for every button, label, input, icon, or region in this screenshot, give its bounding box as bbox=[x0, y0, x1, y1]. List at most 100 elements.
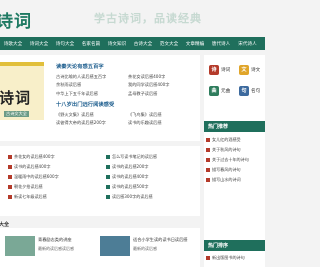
news-row: 《野火文集》读后感 《飞鸟集》读后感 bbox=[56, 111, 198, 119]
news-row: 古诗比喻的人读后感五百字 茶花女读后感400字 bbox=[56, 73, 198, 81]
news-list: 读秦天论有感五百字 古诗比喻的人读后感五百字 茶花女读后感400字 余秋雨读后感我… bbox=[56, 62, 198, 127]
main-nav: 诗歌大全 诗词大全 诗句大全 名家名篇 诗文知识 古诗大全 范文大全 文章精编 … bbox=[0, 37, 265, 50]
featured-banner[interactable]: 诗词 古诗文大全 bbox=[0, 62, 44, 120]
news-link[interactable]: 孟母教子读后感 bbox=[128, 90, 198, 98]
list-item-label: 新出版图书的诗句 bbox=[212, 255, 245, 260]
bullet-icon bbox=[206, 148, 210, 152]
bottom-item-sub: 最新的读后感读后感 bbox=[38, 246, 74, 251]
site-slogan: 学古诗词，品读经典 bbox=[94, 12, 202, 25]
shortcut-mingju[interactable]: 句 名句 bbox=[239, 84, 267, 97]
news-row: 中华上下五千年读后感 孟母教子读后感 bbox=[56, 90, 198, 98]
bullet-icon bbox=[8, 195, 12, 199]
quote-icon: 句 bbox=[239, 85, 249, 96]
news-link[interactable]: 茶花女读后感400字 bbox=[128, 73, 198, 81]
hot-rank: 热门排序 新出版图书的诗句 bbox=[204, 240, 265, 265]
list-item-label: 关于秋风的诗句 bbox=[212, 147, 241, 152]
nav-item-9[interactable]: 宋代诗人 bbox=[234, 41, 261, 47]
shortcut-label: 诗文 bbox=[251, 67, 261, 73]
list-item[interactable]: 关于过去十年的诗句 bbox=[206, 155, 263, 165]
news-link[interactable]: 古诗比喻的人读后感五百字 bbox=[56, 73, 126, 81]
shortcut-grid: 诗 诗词 文 诗文 曲 元曲 句 名句 bbox=[209, 63, 267, 97]
bullet-icon bbox=[206, 168, 210, 172]
list-item[interactable]: 温暖雨中的读后感600字 bbox=[8, 172, 98, 182]
list-item[interactable]: 描写山水的诗词 bbox=[206, 175, 263, 185]
list-item-label: 读书的读后感200字 bbox=[112, 164, 149, 169]
section-title: 热门排序 bbox=[204, 240, 265, 251]
nav-item-5[interactable]: 古诗大全 bbox=[130, 41, 156, 47]
list-col-right: 怎么写读书笔记的读后感 读书的读后感200字 读书的读后感400字 读书的读后感… bbox=[106, 152, 196, 202]
site-logo[interactable]: 诗词 bbox=[0, 7, 32, 32]
list-item-label: 描写山水的诗词 bbox=[212, 177, 241, 182]
list-item[interactable]: 读书的读后感500字 bbox=[106, 182, 196, 192]
thumbnail-image[interactable] bbox=[5, 236, 35, 256]
nav-item-1[interactable]: 诗词大全 bbox=[26, 41, 52, 47]
bullet-icon bbox=[106, 175, 110, 179]
list-item-label: 读书的读后感400字 bbox=[14, 164, 51, 169]
list-item[interactable]: 女儿红的酒感受 bbox=[206, 135, 263, 145]
nav-item-8[interactable]: 唐代诗人 bbox=[208, 41, 234, 47]
list-item[interactable]: 读后感300字的读后感 bbox=[106, 192, 196, 202]
hot-list: 女儿红的酒感受 关于秋风的诗句 关于过去十年的诗句 描写春风的诗句 描写山水的诗… bbox=[204, 132, 265, 188]
rank-list: 新出版图书的诗句 bbox=[204, 251, 265, 265]
nav-item-6[interactable]: 范文大全 bbox=[156, 41, 182, 47]
nav-item-2[interactable]: 诗句大全 bbox=[52, 41, 78, 47]
shortcut-shici[interactable]: 诗 诗词 bbox=[209, 63, 237, 76]
news-row: 余秋雨读后感 我的同学读后感400字 bbox=[56, 81, 198, 89]
scroll-icon: 曲 bbox=[209, 85, 219, 96]
bullet-icon bbox=[8, 185, 12, 189]
news-link[interactable]: 读彼得大帝的读后感200字 bbox=[56, 119, 126, 127]
bullet-icon bbox=[106, 155, 110, 159]
list-item-label: 描写春风的诗句 bbox=[212, 167, 241, 172]
nav-item-7[interactable]: 文章精编 bbox=[182, 41, 208, 47]
list-item[interactable]: 读书的读后感400字 bbox=[8, 162, 98, 172]
shortcut-yuanqu[interactable]: 曲 元曲 bbox=[209, 84, 237, 97]
section-title: 热门推荐 bbox=[204, 121, 265, 132]
list-item-label: 温暖雨中的读后感600字 bbox=[14, 174, 59, 179]
nav-item-0[interactable]: 诗歌大全 bbox=[0, 41, 26, 47]
list-item[interactable]: 怎么写读书笔记的读后感 bbox=[106, 152, 196, 162]
list-item[interactable]: 茶花女的读后感400字 bbox=[8, 152, 98, 162]
bullet-icon bbox=[206, 256, 210, 260]
news-row: 读彼得大帝的读后感200字 读书的乐趣读后感 bbox=[56, 119, 198, 127]
news-link[interactable]: 中华上下五千年读后感 bbox=[56, 90, 126, 98]
shortcut-shiwen[interactable]: 文 诗文 bbox=[239, 63, 267, 76]
nav-item-4[interactable]: 诗文知识 bbox=[104, 41, 130, 47]
thumbnail-image[interactable] bbox=[100, 236, 130, 256]
list-item[interactable]: 读书的读后感400字 bbox=[106, 172, 196, 182]
bullet-icon bbox=[8, 175, 12, 179]
news-link[interactable]: 《飞鸟集》读后感 bbox=[128, 111, 198, 119]
news-link[interactable]: 余秋雨读后感 bbox=[56, 81, 126, 89]
list-item-label: 读后感300字的读后感 bbox=[112, 194, 153, 199]
list-item[interactable]: 关于秋风的诗句 bbox=[206, 145, 263, 155]
right-panel: 诗 诗词 文 诗文 曲 元曲 句 名句 热门推荐 女儿红的酒感受 关于秋风的诗句… bbox=[204, 55, 265, 267]
news-link[interactable]: 《野火文集》读后感 bbox=[56, 111, 126, 119]
bottom-item-title[interactable]: 适合小学生读的读书日读后感 bbox=[133, 237, 187, 243]
list-item-label: 茶花女的读后感400字 bbox=[14, 154, 55, 159]
list-item[interactable]: 新出版图书的诗句 bbox=[206, 254, 263, 262]
bullet-icon bbox=[8, 155, 12, 159]
bullet-icon bbox=[106, 185, 110, 189]
list-item-label: 怎么写读书笔记的读后感 bbox=[112, 154, 158, 159]
list-item-label: 关于过去十年的诗句 bbox=[212, 157, 249, 162]
list-item-label: 女儿红的酒感受 bbox=[212, 137, 241, 142]
list-item-label: 读书的读后感400字 bbox=[112, 174, 149, 179]
article-lists: 茶花女的读后感400字 读书的读后感400字 温暖雨中的读后感600字 朝花夕拾… bbox=[0, 146, 200, 216]
nav-item-3[interactable]: 名家名篇 bbox=[78, 41, 104, 47]
list-item[interactable]: 描写春风的诗句 bbox=[206, 165, 263, 175]
bullet-icon bbox=[206, 158, 210, 162]
bottom-item-title[interactable]: 青春励志类的讲座 bbox=[38, 237, 72, 243]
list-item-label: 朝花夕拾读后感 bbox=[14, 184, 43, 189]
news-headline-2[interactable]: 十八岁出门远行阅读感受 bbox=[56, 100, 198, 108]
news-link[interactable]: 我的同学读后感400字 bbox=[128, 81, 198, 89]
bullet-icon bbox=[106, 195, 110, 199]
list-item[interactable]: 读书的读后感200字 bbox=[106, 162, 196, 172]
shortcut-label: 元曲 bbox=[221, 88, 231, 94]
banner-subtitle: 古诗文大全 bbox=[4, 111, 29, 117]
news-headline[interactable]: 读秦天论有感五百字 bbox=[56, 62, 198, 70]
list-item[interactable]: 新读七年级读后感 bbox=[8, 192, 98, 202]
shortcut-label: 诗词 bbox=[221, 67, 231, 73]
news-link[interactable]: 读书的乐趣读后感 bbox=[128, 119, 198, 127]
list-item[interactable]: 朝花夕拾读后感 bbox=[8, 182, 98, 192]
hot-recommend: 热门推荐 女儿红的酒感受 关于秋风的诗句 关于过去十年的诗句 描写春风的诗句 描… bbox=[204, 121, 265, 188]
list-item-label: 读书的读后感500字 bbox=[112, 184, 149, 189]
